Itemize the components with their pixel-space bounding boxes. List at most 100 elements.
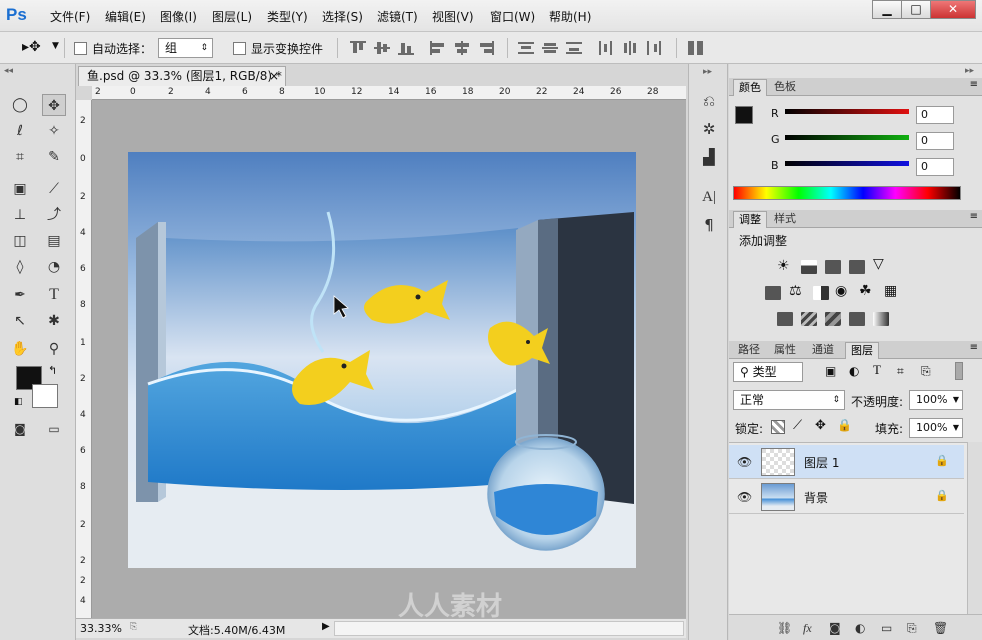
panel-menu-icon[interactable]: ≡ (970, 342, 978, 353)
horizontal-scrollbar[interactable] (334, 621, 684, 636)
collapse-icon[interactable]: ◂◂ (4, 66, 13, 76)
history-brush-tool-icon[interactable]: ⤴ (42, 204, 66, 226)
document-tab[interactable]: 鱼.psd @ 33.3% (图层1, RGB/8) * × (78, 66, 286, 86)
preset-dropdown-icon[interactable]: ▼ (52, 41, 59, 51)
photo-filter-icon[interactable]: ◉ (835, 283, 847, 299)
selective-color-icon[interactable] (849, 312, 865, 326)
levels-icon[interactable] (801, 260, 817, 274)
tab-styles[interactable]: 样式 (769, 211, 801, 228)
layer-filter-select[interactable]: ⚲ 类型 (733, 362, 803, 382)
lock-pixels-icon[interactable]: ⟋ (793, 418, 802, 433)
crop-tool-icon[interactable]: ⌗ (8, 146, 32, 168)
eraser-tool-icon[interactable]: ◫ (8, 230, 32, 252)
tab-adjustments[interactable]: 调整 (733, 211, 767, 228)
menu-image[interactable]: 图像(I) (160, 8, 197, 25)
color-spectrum-bar[interactable] (733, 186, 961, 200)
exposure-icon[interactable] (849, 260, 865, 274)
menu-type[interactable]: 类型(Y) (267, 8, 308, 25)
filter-adjustment-icon[interactable]: ◐ (849, 364, 859, 378)
menu-view[interactable]: 视图(V) (432, 8, 474, 25)
maximize-button[interactable]: □ (901, 0, 931, 19)
gradient-tool-icon[interactable]: ▤ (42, 230, 66, 252)
brush-tool-icon[interactable]: ⟋ (42, 178, 66, 200)
lock-all-icon[interactable]: 🔒 (837, 418, 852, 432)
align-top-icon[interactable] (350, 41, 366, 55)
blend-mode-select[interactable]: 正常 ⇕ (733, 390, 845, 410)
channel-r-slider[interactable] (785, 109, 909, 114)
character-panel-icon[interactable]: A| (697, 186, 721, 208)
menu-select[interactable]: 选择(S) (322, 8, 363, 25)
new-adjustment-icon[interactable]: ◐ (855, 621, 865, 635)
path-selection-tool-icon[interactable]: ↖ (8, 310, 32, 332)
eye-icon[interactable]: 👁 (737, 455, 752, 469)
lock-position-icon[interactable]: ✥ (815, 418, 826, 433)
auto-select-target-select[interactable]: 组 ⇕ (158, 38, 213, 58)
layers-scrollbar[interactable] (967, 442, 982, 614)
menu-edit[interactable]: 编辑(E) (105, 8, 146, 25)
quick-mask-icon[interactable]: ◙ (8, 418, 32, 440)
show-transform-checkbox[interactable] (233, 42, 246, 55)
magic-wand-tool-icon[interactable]: ✧ (42, 120, 66, 142)
hand-tool-icon[interactable]: ✋ (8, 338, 32, 360)
histogram-panel-icon[interactable]: ▟ (697, 146, 721, 168)
default-colors-icon[interactable]: ◧ (14, 397, 23, 407)
tab-channels[interactable]: 通道 (807, 342, 839, 359)
menu-layer[interactable]: 图层(L) (212, 8, 252, 25)
layer-row-layer1[interactable]: 👁 图层 1 🔒 (729, 445, 964, 479)
filter-pixel-icon[interactable]: ▣ (825, 364, 836, 378)
align-hcenter-icon[interactable] (454, 41, 470, 55)
fill-field[interactable]: 100% ▼ (909, 418, 963, 438)
status-info-icon[interactable]: ⎘ (130, 622, 137, 632)
link-layers-icon[interactable]: ⛓ (777, 621, 792, 635)
distribute-left-icon[interactable] (598, 41, 614, 55)
distribute-bottom-icon[interactable] (566, 41, 582, 55)
marquee-tool-icon[interactable]: ◯ (8, 94, 32, 116)
spot-healing-tool-icon[interactable]: ▣ (8, 178, 32, 200)
filter-smart-object-icon[interactable]: ⎘ (921, 364, 931, 379)
layer-style-icon[interactable]: fx (803, 621, 812, 636)
type-tool-icon[interactable]: T (42, 284, 66, 306)
delete-layer-icon[interactable]: 🗑 (933, 621, 948, 635)
posterize-icon[interactable] (801, 312, 817, 326)
tab-layers[interactable]: 图层 (845, 342, 879, 359)
expand-icon[interactable]: ▸▸ (703, 67, 712, 77)
tab-properties[interactable]: 属性 (769, 342, 801, 359)
layer-name[interactable]: 背景 (804, 489, 828, 506)
filter-type-icon[interactable]: T (873, 362, 881, 378)
hue-saturation-icon[interactable] (765, 286, 781, 300)
status-menu-arrow-icon[interactable]: ▶ (322, 621, 330, 632)
threshold-icon[interactable] (825, 312, 841, 326)
distribute-hcenter-icon[interactable] (622, 41, 638, 55)
distribute-top-icon[interactable] (518, 41, 534, 55)
tab-color[interactable]: 颜色 (733, 79, 767, 96)
panel-menu-icon[interactable]: ≡ (970, 211, 978, 222)
filter-toggle[interactable] (955, 362, 963, 380)
canvas-area[interactable]: 人人素材 (92, 100, 686, 621)
curves-icon[interactable] (825, 260, 841, 274)
panel-menu-icon[interactable]: ≡ (970, 79, 978, 90)
document-canvas-image[interactable] (128, 152, 636, 568)
align-vcenter-icon[interactable] (374, 41, 390, 55)
gradient-map-icon[interactable] (873, 312, 889, 326)
invert-icon[interactable] (777, 312, 793, 326)
minimize-button[interactable]: ▁ (872, 0, 902, 19)
tab-swatches[interactable]: 色板 (769, 79, 801, 96)
channel-g-slider[interactable] (785, 135, 909, 140)
distribute-right-icon[interactable] (646, 41, 662, 55)
channel-g-value[interactable]: 0 (916, 132, 954, 150)
close-document-icon[interactable]: × (269, 67, 279, 85)
color-balance-icon[interactable]: ⚖ (789, 283, 802, 299)
layer-name[interactable]: 图层 1 (804, 454, 839, 471)
move-tool-icon[interactable]: ✥ (42, 94, 66, 116)
lock-transparency-icon[interactable] (771, 420, 785, 434)
background-color-swatch[interactable] (32, 384, 58, 408)
menu-file[interactable]: 文件(F) (50, 8, 90, 25)
navigator-panel-icon[interactable]: ✲ (697, 118, 721, 140)
brightness-contrast-icon[interactable]: ☀ (777, 258, 790, 274)
color-lookup-icon[interactable]: ▦ (884, 283, 897, 299)
new-group-icon[interactable]: ▭ (881, 621, 892, 635)
auto-align-layers-icon[interactable] (688, 41, 704, 55)
clone-stamp-tool-icon[interactable]: ⊥ (8, 204, 32, 226)
channel-r-value[interactable]: 0 (916, 106, 954, 124)
align-bottom-icon[interactable] (398, 41, 414, 55)
